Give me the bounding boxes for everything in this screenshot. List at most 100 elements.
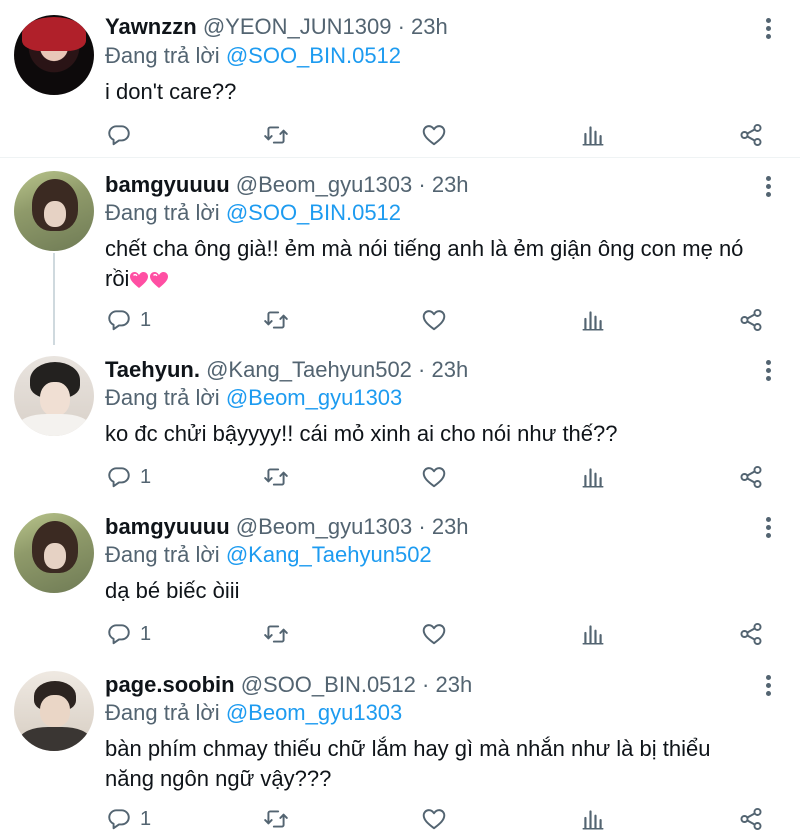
heart-icon	[422, 624, 446, 645]
tweet[interactable]: Yawnzzn @YEON_JUN1309 · 23h Đang trả lời…	[0, 0, 800, 158]
display-name[interactable]: Yawnzzn	[105, 14, 197, 39]
tweet-text-line: bàn phím chmay thiếu chữ lắm hay gì mà n…	[105, 736, 711, 761]
retweet-button[interactable]	[263, 462, 289, 492]
avatar[interactable]	[14, 513, 94, 593]
replying-to-label: Đang trả lời	[105, 43, 220, 68]
like-button[interactable]	[421, 619, 447, 649]
tweet-text: bàn phím chmay thiếu chữ lắm hay gì mà n…	[105, 734, 785, 794]
heart-icon	[422, 467, 446, 488]
display-name[interactable]: Taehyun.	[105, 357, 200, 382]
reply-icon	[108, 809, 130, 830]
avatar[interactable]	[14, 15, 94, 95]
share-icon	[738, 122, 764, 148]
reply-icon	[106, 122, 132, 148]
handle[interactable]: @Beom_gyu1303	[236, 172, 412, 197]
like-button[interactable]	[421, 804, 447, 834]
share-button[interactable]	[738, 462, 764, 492]
mention-link[interactable]: @Kang_Taehyun502	[226, 542, 432, 567]
tweet-header: Yawnzzn @YEON_JUN1309 · 23h	[105, 12, 448, 42]
retweet-icon	[263, 806, 289, 832]
timestamp[interactable]: 23h	[432, 357, 469, 382]
reply-button[interactable]	[106, 120, 140, 150]
more-vertical-icon[interactable]	[760, 358, 778, 384]
replying-to: Đang trả lời @SOO_BIN.0512	[105, 41, 401, 71]
tweet-text: chết cha ông già!! ẻm mà nói tiếng anh l…	[105, 234, 785, 294]
retweet-button[interactable]	[263, 305, 289, 335]
tweet-actions: 1	[0, 804, 800, 834]
retweet-button[interactable]	[263, 804, 289, 834]
tweet-header: bamgyuuuu @Beom_gyu1303 · 23h	[105, 170, 469, 200]
avatar[interactable]	[14, 171, 94, 251]
reply-button[interactable]: 1	[106, 462, 151, 492]
tweet[interactable]: bamgyuuuu @Beom_gyu1303 · 23h Đang trả l…	[0, 158, 800, 345]
handle[interactable]: @Kang_Taehyun502	[206, 357, 412, 382]
analytics-icon	[582, 126, 604, 146]
more-vertical-icon[interactable]	[760, 16, 778, 42]
retweet-icon	[264, 311, 288, 329]
replying-to-label: Đang trả lời	[105, 542, 220, 567]
like-button[interactable]	[421, 120, 447, 150]
analytics-button[interactable]	[580, 462, 606, 492]
reply-icon	[108, 624, 130, 645]
display-name[interactable]: bamgyuuuu	[105, 514, 230, 539]
retweet-icon	[264, 810, 288, 828]
reply-button[interactable]: 1	[106, 305, 151, 335]
pink-heart-emoji-icon	[150, 272, 169, 288]
mention-link[interactable]: @Beom_gyu1303	[226, 385, 402, 410]
mention-link[interactable]: @SOO_BIN.0512	[226, 200, 401, 225]
timestamp[interactable]: 23h	[432, 172, 469, 197]
more-vertical-icon[interactable]	[760, 174, 778, 200]
tweet[interactable]: page.soobin @SOO_BIN.0512 · 23h Đang trả…	[0, 658, 800, 835]
avatar[interactable]	[14, 356, 94, 436]
display-name[interactable]: bamgyuuuu	[105, 172, 230, 197]
analytics-button[interactable]	[580, 120, 606, 150]
tweet-actions: 1	[0, 619, 800, 649]
like-button[interactable]	[421, 305, 447, 335]
tweet[interactable]: Taehyun. @Kang_Taehyun502 · 23h Đang trả…	[0, 343, 800, 500]
separator: ·	[397, 14, 405, 39]
timestamp[interactable]: 23h	[435, 672, 472, 697]
analytics-button[interactable]	[580, 305, 606, 335]
reply-icon	[108, 467, 130, 488]
heart-icon	[421, 307, 447, 333]
analytics-button[interactable]	[580, 804, 606, 834]
retweet-button[interactable]	[263, 619, 289, 649]
display-name[interactable]: page.soobin	[105, 672, 235, 697]
share-icon	[740, 308, 762, 332]
tweet[interactable]: bamgyuuuu @Beom_gyu1303 · 23h Đang trả l…	[0, 500, 800, 658]
tweet-actions	[0, 120, 800, 150]
retweet-button[interactable]	[263, 120, 289, 150]
more-vertical-icon[interactable]	[760, 673, 778, 699]
separator: ·	[422, 672, 430, 697]
share-button[interactable]	[738, 804, 764, 834]
share-icon	[738, 621, 764, 647]
analytics-icon	[580, 621, 606, 647]
mention-link[interactable]: @Beom_gyu1303	[226, 700, 402, 725]
more-vertical-icon[interactable]	[760, 515, 778, 541]
tweet-text: i don't care??	[105, 79, 237, 104]
heart-icon	[422, 809, 446, 830]
reply-icon	[108, 310, 130, 331]
timestamp[interactable]: 23h	[432, 514, 469, 539]
retweet-icon	[264, 126, 288, 144]
share-button[interactable]	[738, 305, 764, 335]
retweet-icon	[264, 468, 288, 486]
replying-to-label: Đang trả lời	[105, 700, 220, 725]
handle[interactable]: @YEON_JUN1309	[203, 14, 392, 39]
reply-button[interactable]: 1	[106, 619, 151, 649]
analytics-icon	[582, 810, 604, 830]
share-button[interactable]	[738, 619, 764, 649]
handle[interactable]: @Beom_gyu1303	[236, 514, 412, 539]
handle[interactable]: @SOO_BIN.0512	[241, 672, 416, 697]
analytics-button[interactable]	[580, 619, 606, 649]
like-button[interactable]	[421, 462, 447, 492]
reply-button[interactable]: 1	[106, 804, 151, 834]
mention-link[interactable]: @SOO_BIN.0512	[226, 43, 401, 68]
avatar[interactable]	[14, 671, 94, 751]
tweet-header: bamgyuuuu @Beom_gyu1303 · 23h	[105, 512, 469, 542]
timestamp[interactable]: 23h	[411, 14, 448, 39]
analytics-icon	[582, 311, 604, 331]
share-button[interactable]	[738, 120, 764, 150]
tweet-header: Taehyun. @Kang_Taehyun502 · 23h	[105, 355, 468, 385]
heart-icon	[421, 464, 447, 490]
